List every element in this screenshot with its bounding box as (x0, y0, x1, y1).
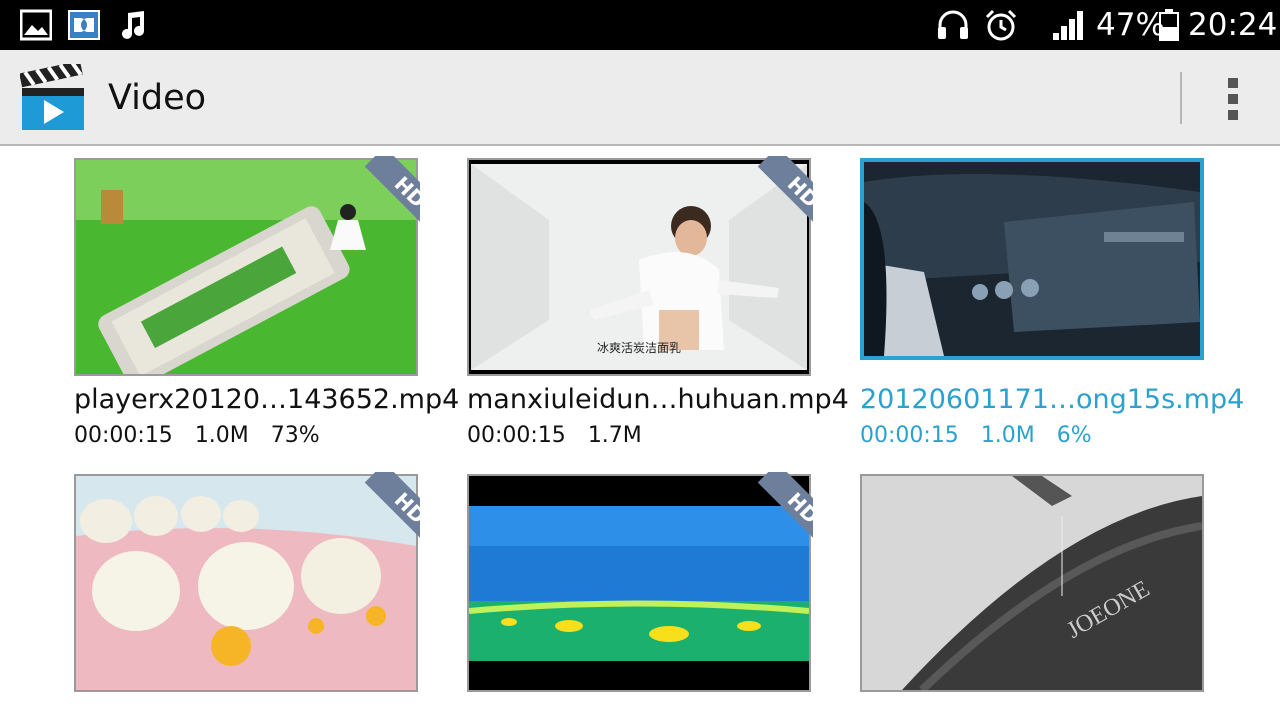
signal-icon (1052, 9, 1086, 45)
dolby-notification-icon (68, 9, 100, 45)
alarm-icon (984, 9, 1018, 45)
video-duration: 00:00:15 (74, 423, 173, 448)
page-title: Video (108, 78, 207, 118)
gallery-notification-icon (19, 9, 53, 45)
headphones-icon (936, 9, 970, 45)
video-title: playerx20120…143652.mp4 (74, 384, 460, 415)
hd-badge: HD (350, 156, 420, 226)
video-item-selected[interactable]: 20120601171…ong15s.mp4 00:00:15 1.0M 6% (860, 158, 1244, 458)
video-thumbnail[interactable] (860, 158, 1204, 360)
video-title: manxiuleidun…huhuan.mp4 (467, 384, 849, 415)
battery-icon (1158, 9, 1180, 45)
video-item[interactable]: HD playerx20120…143652.mp4 00:00:15 1.0M 7… (74, 156, 459, 458)
video-item[interactable]: JOEONE (860, 474, 1204, 720)
video-duration: 00:00:15 (860, 423, 959, 448)
clock: 20:24 (1188, 7, 1278, 43)
battery-percent: 47% (1096, 7, 1165, 43)
hd-badge: HD (743, 472, 813, 542)
video-meta: 00:00:15 1.0M 73% (74, 421, 342, 451)
status-bar: 47% 20:24 (0, 0, 1280, 50)
video-size: 1.0M (980, 423, 1035, 448)
video-meta: 00:00:15 1.7M (467, 421, 686, 451)
dot (1228, 78, 1238, 88)
dot (1228, 110, 1238, 120)
thumbnail-caption: 冰爽活炭洁面乳 (597, 341, 681, 355)
video-progress: 6% (1056, 423, 1092, 448)
video-size: 1.7M (587, 423, 642, 448)
dot (1228, 94, 1238, 104)
video-progress: 73% (270, 423, 320, 448)
action-bar-divider (1180, 72, 1182, 124)
video-thumbnail[interactable]: JOEONE (860, 474, 1204, 692)
hd-badge: HD (350, 472, 420, 542)
music-notification-icon (116, 9, 148, 45)
video-title: 20120601171…ong15s.mp4 (860, 384, 1245, 415)
video-app-icon[interactable] (19, 60, 86, 136)
action-bar: Video (0, 50, 1280, 146)
hd-badge: HD (743, 156, 813, 226)
video-meta: 00:00:15 1.0M 6% (860, 421, 1114, 451)
video-item[interactable]: 冰爽活炭洁面乳 HD manxiuleidun…huhuan.mp4 00:00… (467, 156, 849, 458)
video-item[interactable]: HD (74, 472, 420, 720)
video-item[interactable]: HD (467, 472, 813, 720)
video-size: 1.0M (194, 423, 249, 448)
overflow-menu-button[interactable] (1214, 72, 1254, 124)
video-duration: 00:00:15 (467, 423, 566, 448)
